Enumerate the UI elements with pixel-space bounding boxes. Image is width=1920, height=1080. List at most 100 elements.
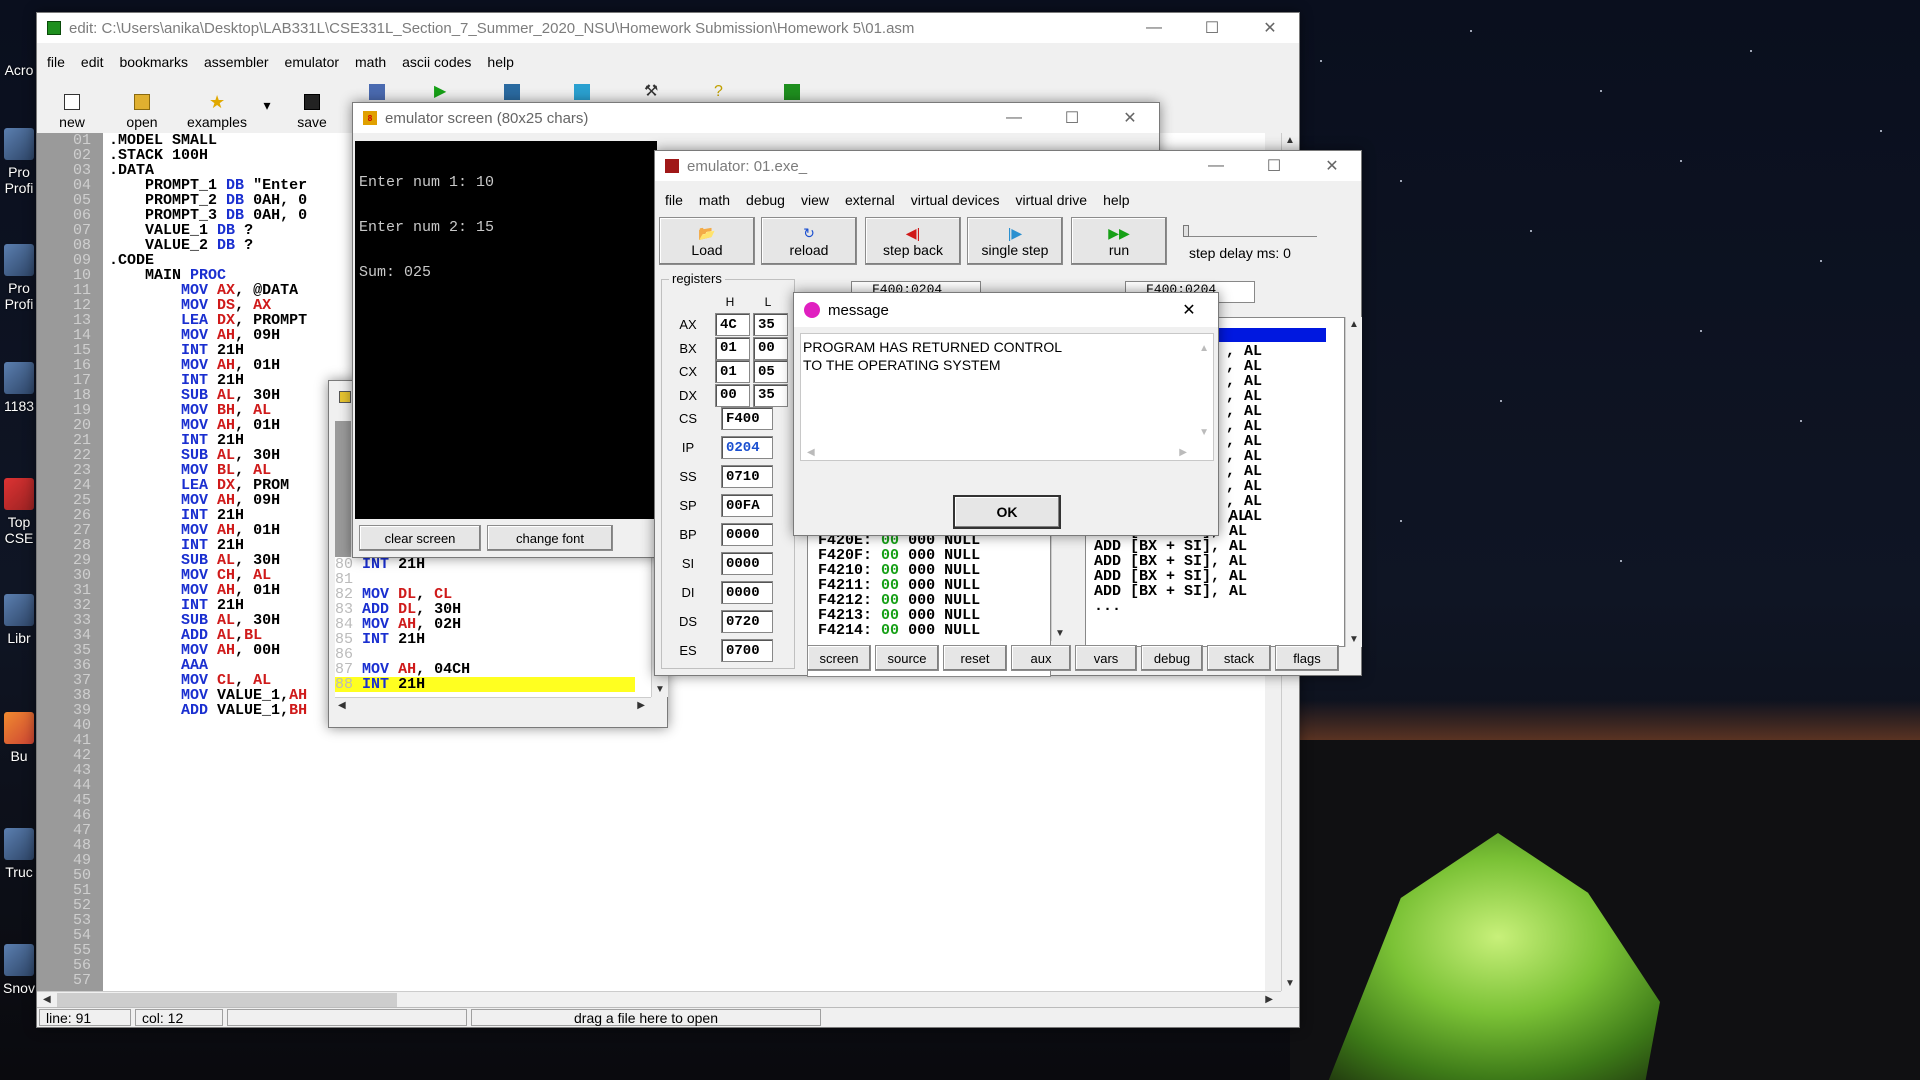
stack-button[interactable]: stack <box>1207 645 1271 671</box>
menu-virtual-devices[interactable]: virtual devices <box>903 192 1008 208</box>
source-line[interactable]: 82 MOV DL, CL <box>335 587 635 602</box>
source-code-list[interactable]: 80 INT 21H 81 82 MOV DL, CL 83 ADD DL, 30H… <box>335 557 651 697</box>
reload-button[interactable]: ↻ reload <box>761 217 857 265</box>
disassembly-fragment[interactable]: , AL <box>1226 419 1262 434</box>
save-button[interactable]: save <box>277 79 347 131</box>
register-value[interactable]: 00FA <box>721 494 773 517</box>
source-line[interactable]: 81 <box>335 572 635 587</box>
editor-horizontal-scrollbar[interactable]: ◀ ▶ <box>37 991 1281 1008</box>
scroll-up-icon[interactable]: ▲ <box>1285 135 1295 146</box>
menu-file[interactable]: file <box>657 192 691 208</box>
close-button[interactable]: ✕ <box>1101 103 1159 133</box>
source-line[interactable]: 88 INT 21H <box>335 677 635 692</box>
emulator-screen-titlebar[interactable]: 8 emulator screen (80x25 chars) — ☐ ✕ <box>353 103 1159 133</box>
debug-button[interactable]: debug <box>1141 645 1203 671</box>
disassembly-row[interactable]: ADD [BX + SI], AL <box>1094 539 1247 554</box>
register-low-byte[interactable]: 35 <box>753 383 788 407</box>
disassembly-fragment[interactable]: , AL <box>1226 389 1262 404</box>
menu-edit[interactable]: edit <box>73 54 112 70</box>
memory-row[interactable]: F4214: 00 000 NULL <box>818 623 980 638</box>
scroll-down-icon[interactable]: ▼ <box>655 684 665 695</box>
register-value[interactable]: 0000 <box>721 552 773 575</box>
slider-thumb[interactable] <box>1183 225 1189 237</box>
menu-virtual-drive[interactable]: virtual drive <box>1008 192 1096 208</box>
scroll-right-icon[interactable]: ▶ <box>1265 994 1273 1005</box>
screen-button[interactable]: screen <box>807 645 871 671</box>
register-low-byte[interactable]: 05 <box>753 360 788 383</box>
source-line[interactable]: 84 MOV AH, 02H <box>335 617 635 632</box>
register-value[interactable]: F400 <box>721 407 773 430</box>
disassembly-fragment[interactable]: , AL <box>1226 344 1262 359</box>
close-button[interactable]: ✕ <box>1303 151 1361 181</box>
disassembly-fragment[interactable]: , AL <box>1226 494 1262 509</box>
step-back-button[interactable]: ◀| step back <box>865 217 961 265</box>
scroll-down-icon[interactable]: ▼ <box>1349 634 1359 645</box>
register-high-byte[interactable]: 01 <box>715 360 750 383</box>
change-font-button[interactable]: change font <box>487 525 613 551</box>
desktop-icon[interactable]: Pro Profi <box>0 128 38 196</box>
disassembly-fragment[interactable]: , AL <box>1226 359 1262 374</box>
code-text[interactable]: .MODEL SMALL .STACK 100H .DATA PROMPT_1 DB… <box>109 133 307 718</box>
disassembly-fragment[interactable]: , AL <box>1226 479 1262 494</box>
register-high-byte[interactable]: 01 <box>715 336 750 360</box>
menu-emulator[interactable]: emulator <box>277 54 347 70</box>
menu-math[interactable]: math <box>691 192 738 208</box>
desktop-icon[interactable]: Pro Profi <box>0 244 38 312</box>
disassembly-row[interactable]: ... <box>1094 599 1247 614</box>
close-button[interactable]: ✕ <box>1241 13 1299 43</box>
register-high-byte[interactable]: 4C <box>715 313 750 336</box>
menu-assembler[interactable]: assembler <box>196 54 277 70</box>
scroll-right-icon[interactable]: ▶ <box>1179 444 1187 462</box>
load-button[interactable]: 📂 Load <box>659 217 755 265</box>
menu-help[interactable]: help <box>1095 192 1137 208</box>
editor-titlebar[interactable]: edit: C:\Users\anika\Desktop\LAB331L\CSE… <box>37 13 1299 43</box>
aux-button[interactable]: aux <box>1011 645 1071 671</box>
disassembly-fragment[interactable]: , AL <box>1226 374 1262 389</box>
disassembly-scrollbar[interactable]: ▲ ▼ <box>1345 317 1362 647</box>
scroll-down-icon[interactable]: ▼ <box>1055 628 1065 639</box>
register-low-byte[interactable]: 35 <box>753 313 788 336</box>
register-value[interactable]: 0720 <box>721 610 773 633</box>
step-delay-slider[interactable] <box>1183 225 1317 237</box>
open-button[interactable]: open <box>107 79 177 131</box>
scroll-thumb[interactable] <box>57 993 397 1007</box>
memory-row[interactable]: F4213: 00 000 NULL <box>818 608 980 623</box>
vars-button[interactable]: vars <box>1075 645 1137 671</box>
scroll-right-icon[interactable]: ▶ <box>637 700 645 711</box>
disassembly-row[interactable]: ADD [BX + SI], AL <box>1094 569 1247 584</box>
source-horizontal-scrollbar[interactable]: ◀ ▶ <box>335 697 651 714</box>
ok-button[interactable]: OK <box>953 495 1061 529</box>
desktop-icon[interactable]: Truc <box>0 828 38 880</box>
emulator-titlebar[interactable]: emulator: 01.exe_ — ☐ ✕ <box>655 151 1361 181</box>
menu-ascii-codes[interactable]: ascii codes <box>394 54 479 70</box>
source-line[interactable]: 80 INT 21H <box>335 557 635 572</box>
message-titlebar[interactable]: message ✕ <box>794 293 1218 327</box>
desktop-icon[interactable]: 1183 <box>0 362 38 414</box>
memory-row[interactable]: F4212: 00 000 NULL <box>818 593 980 608</box>
new-button[interactable]: new <box>37 79 107 131</box>
menu-help[interactable]: help <box>479 54 521 70</box>
memory-row[interactable]: F4210: 00 000 NULL <box>818 563 980 578</box>
memory-scrollbar[interactable]: ▼ <box>1051 531 1068 641</box>
source-line[interactable]: 83 ADD DL, 30H <box>335 602 635 617</box>
disassembly-fragment[interactable]: , AL <box>1226 449 1262 464</box>
menu-file[interactable]: file <box>39 54 73 70</box>
minimize-button[interactable]: — <box>985 103 1043 133</box>
disassembly-fragment[interactable]: , AL <box>1226 464 1262 479</box>
desktop-icon[interactable]: Snov <box>0 944 38 996</box>
minimize-button[interactable]: — <box>1125 13 1183 43</box>
single-step-button[interactable]: |▶ single step <box>967 217 1063 265</box>
desktop-icon[interactable]: Top CSE <box>0 478 38 546</box>
examples-dropdown[interactable]: ▾ <box>257 79 277 131</box>
register-value[interactable]: 0700 <box>721 639 773 662</box>
reset-button[interactable]: reset <box>943 645 1007 671</box>
scroll-down-icon[interactable]: ▼ <box>1199 424 1209 442</box>
examples-button[interactable]: ★ examples <box>177 79 257 131</box>
memory-row[interactable]: F420F: 00 000 NULL <box>818 548 980 563</box>
disassembly-fragment[interactable]: , AL <box>1226 404 1262 419</box>
scroll-up-icon[interactable]: ▲ <box>1199 340 1209 358</box>
message-textbox[interactable]: PROGRAM HAS RETURNED CONTROL TO THE OPER… <box>800 333 1214 461</box>
clear-screen-button[interactable]: clear screen <box>359 525 481 551</box>
register-low-byte[interactable]: 00 <box>753 336 788 360</box>
memory-row[interactable]: F4211: 00 000 NULL <box>818 578 980 593</box>
